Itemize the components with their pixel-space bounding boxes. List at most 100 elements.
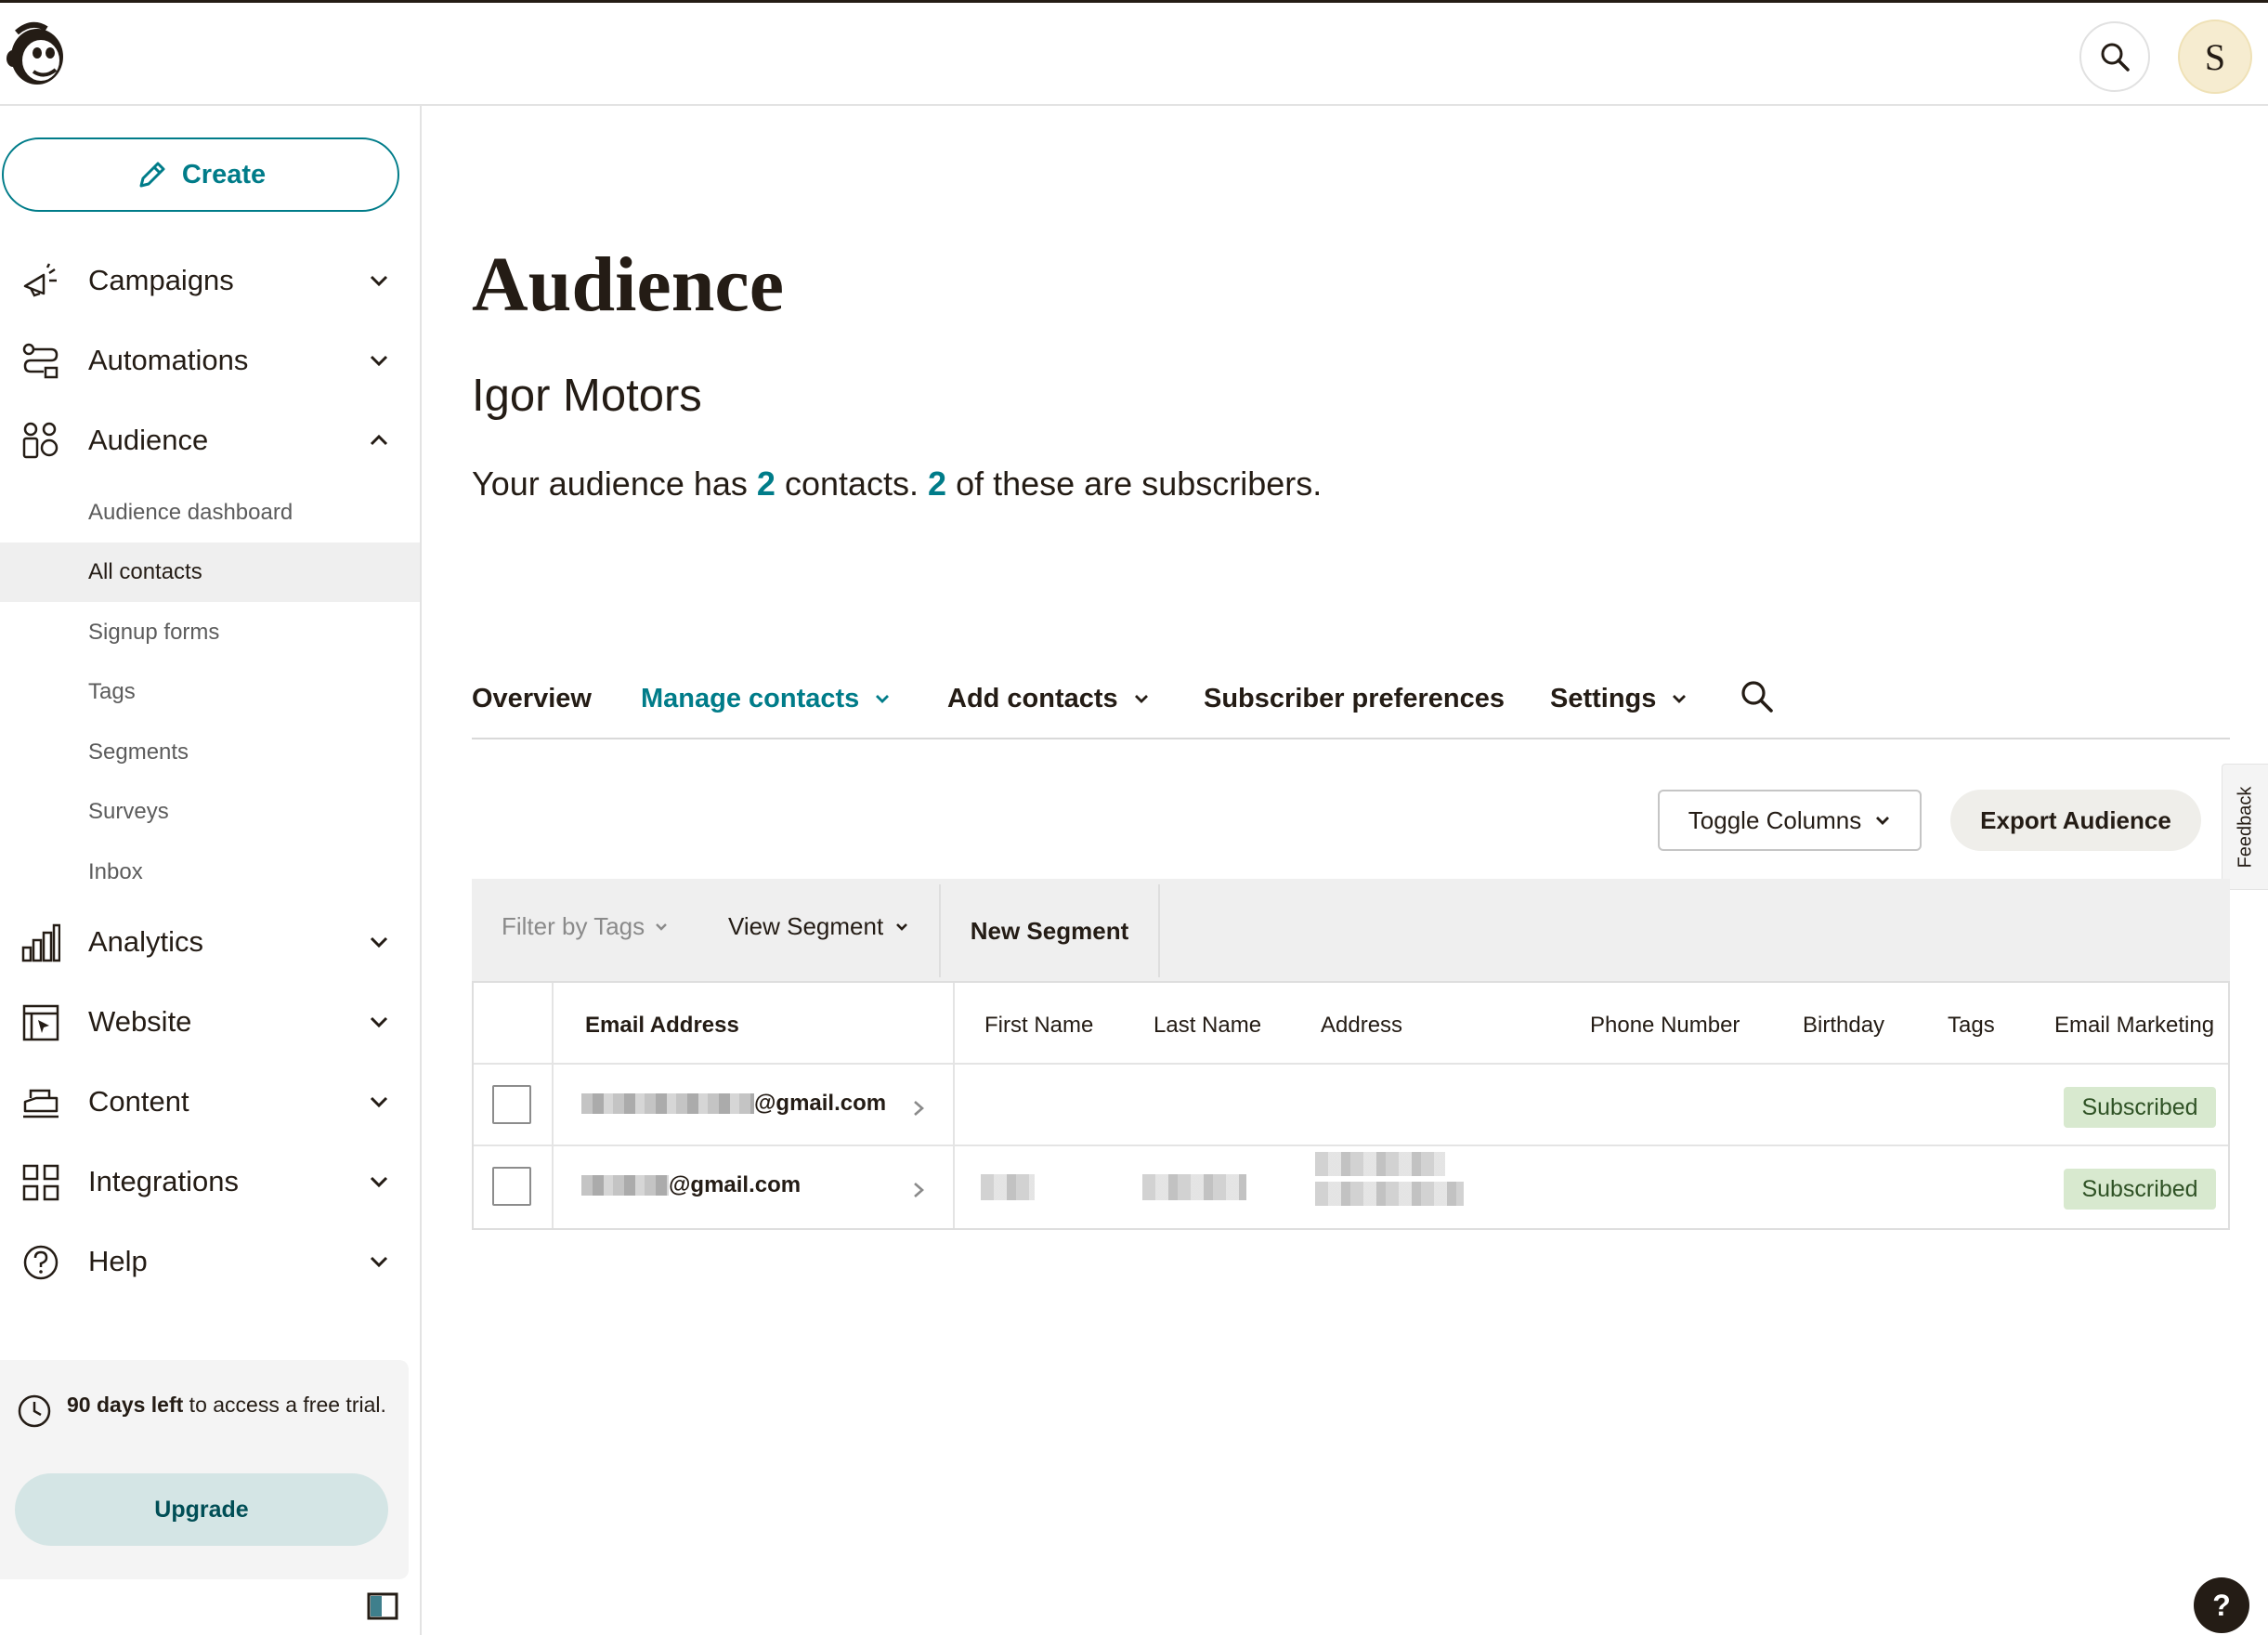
nav-content[interactable]: Content (0, 1065, 422, 1139)
row-select-checkbox[interactable] (492, 1167, 531, 1206)
email-domain: @gmail.com (754, 1091, 887, 1116)
status-badge: Subscribed (2064, 1169, 2216, 1210)
nav-integrations[interactable]: Integrations (0, 1144, 422, 1219)
audience-name: Igor Motors (472, 371, 702, 421)
chevron-down-icon (370, 1096, 388, 1108)
upgrade-button[interactable]: Upgrade (15, 1473, 388, 1546)
email-domain: @gmail.com (669, 1172, 802, 1197)
column-header-tags[interactable]: Tags (1948, 1013, 1995, 1039)
tab-settings[interactable]: Settings (1550, 680, 1688, 717)
sidebar-item-label: All contacts (88, 559, 202, 584)
chevron-down-icon (1673, 695, 1687, 703)
nav-website[interactable]: Website (0, 985, 422, 1059)
row-select-checkbox[interactable] (492, 1085, 531, 1124)
nav-analytics[interactable]: Analytics (0, 905, 422, 979)
nav-campaigns[interactable]: Campaigns (0, 243, 422, 318)
row-divider (474, 1063, 2228, 1065)
filter-by-tags-dropdown[interactable]: Filter by Tags (502, 912, 669, 941)
column-header-first-name[interactable]: First Name (984, 1013, 1093, 1039)
sidebar-item-audience-dashboard[interactable]: Audience dashboard (0, 483, 420, 543)
nav-automations[interactable]: Automations (0, 323, 422, 398)
feedback-tab[interactable]: Feedback (2222, 764, 2268, 890)
chevron-right-icon[interactable] (908, 1098, 929, 1118)
sidebar-item-tags[interactable]: Tags (0, 662, 420, 722)
top-bar: S (0, 0, 2268, 106)
column-divider (953, 983, 955, 1228)
column-divider (552, 983, 554, 1228)
audience-tabs: Overview Manage contacts Add contacts Su… (472, 665, 2230, 739)
clock-icon (18, 1394, 51, 1428)
chevron-down-icon (370, 1256, 388, 1268)
sidebar-item-signup-forms[interactable]: Signup forms (0, 603, 420, 662)
pencil-icon (139, 162, 165, 188)
chevron-down-icon (370, 1176, 388, 1188)
redacted-first-name (981, 1174, 1035, 1200)
sidebar-item-segments[interactable]: Segments (0, 723, 420, 782)
summary-suffix: of these are subscribers. (946, 464, 1323, 503)
nav-audience[interactable]: Audience (0, 403, 422, 477)
toggle-columns-label: Toggle Columns (1688, 805, 1862, 834)
view-segment-dropdown[interactable]: View Segment (728, 912, 909, 941)
sidebar-item-surveys[interactable]: Surveys (0, 782, 420, 842)
create-button-label: Create (181, 159, 267, 190)
sidebar: Create Campaigns Automations Audience Au… (0, 106, 422, 1635)
subscribers-count-link[interactable]: 2 (928, 464, 946, 503)
column-header-phone-number[interactable]: Phone Number (1590, 1013, 1740, 1039)
export-audience-button[interactable]: Export Audience (1950, 790, 2201, 851)
sidebar-item-all-contacts[interactable]: All contacts (0, 543, 420, 602)
sidebar-item-label: Inbox (88, 859, 143, 884)
chevron-down-icon (896, 922, 908, 931)
nav-audience-label: Audience (88, 424, 209, 456)
tab-overview[interactable]: Overview (472, 680, 592, 717)
sidebar-item-inbox[interactable]: Inbox (0, 843, 420, 902)
column-header-last-name[interactable]: Last Name (1154, 1013, 1261, 1039)
chevron-down-icon (876, 695, 890, 703)
megaphone-icon (23, 263, 57, 297)
nav-automations-label: Automations (88, 344, 249, 376)
tab-label: Settings (1550, 683, 1657, 713)
contacts-table: Email Address First Name Last Name Addre… (472, 981, 2230, 1230)
header-search-button[interactable] (2079, 21, 2150, 92)
summary-prefix: Your audience has (472, 464, 757, 503)
tab-add-contacts[interactable]: Add contacts (947, 680, 1150, 717)
tab-subscriber-preferences[interactable]: Subscriber preferences (1204, 680, 1505, 717)
column-header-birthday[interactable]: Birthday (1803, 1013, 1884, 1039)
nav-help[interactable]: Help (0, 1224, 422, 1299)
new-segment-button[interactable]: New Segment (939, 884, 1160, 977)
user-avatar[interactable]: S (2178, 20, 2252, 94)
chevron-right-icon[interactable] (908, 1180, 929, 1200)
feedback-label: Feedback (2235, 786, 2255, 868)
nav-content-label: Content (88, 1085, 189, 1118)
contact-email[interactable]: @gmail.com (581, 1172, 801, 1198)
column-header-email[interactable]: Email Address (585, 1013, 739, 1039)
question-circle-icon (23, 1245, 59, 1280)
redacted-email-prefix (581, 1175, 669, 1196)
help-floating-button[interactable]: ? (2194, 1577, 2249, 1633)
create-button[interactable]: Create (2, 137, 399, 212)
content-stack-icon (23, 1089, 59, 1118)
redacted-address-line-2 (1315, 1182, 1464, 1206)
trial-rest-text: to access a free trial. (183, 1393, 386, 1417)
chevron-down-icon (370, 936, 388, 948)
toggle-columns-button[interactable]: Toggle Columns (1658, 790, 1922, 851)
nav-help-label: Help (88, 1245, 148, 1277)
search-icon (2101, 43, 2130, 72)
view-segment-label: View Segment (728, 912, 884, 940)
sidebar-item-label: Signup forms (88, 620, 220, 645)
search-icon[interactable] (1740, 680, 1774, 713)
column-header-email-marketing[interactable]: Email Marketing (2054, 1013, 2214, 1039)
summary-mid: contacts. (775, 464, 929, 503)
tab-label: Manage contacts (641, 683, 860, 713)
status-badge: Subscribed (2064, 1087, 2216, 1128)
column-header-address[interactable]: Address (1321, 1013, 1402, 1039)
contact-email[interactable]: @gmail.com (581, 1091, 886, 1117)
redacted-last-name (1142, 1174, 1246, 1200)
nav-website-label: Website (88, 1005, 192, 1038)
page-title: Audience (472, 242, 784, 328)
tab-manage-contacts[interactable]: Manage contacts (641, 680, 891, 717)
filter-tags-placeholder: Filter by Tags (502, 912, 645, 940)
tab-label: Overview (472, 683, 592, 713)
collapse-sidebar-icon[interactable] (367, 1592, 398, 1620)
mailchimp-logo-icon[interactable] (4, 20, 69, 90)
contacts-count-link[interactable]: 2 (757, 464, 776, 503)
